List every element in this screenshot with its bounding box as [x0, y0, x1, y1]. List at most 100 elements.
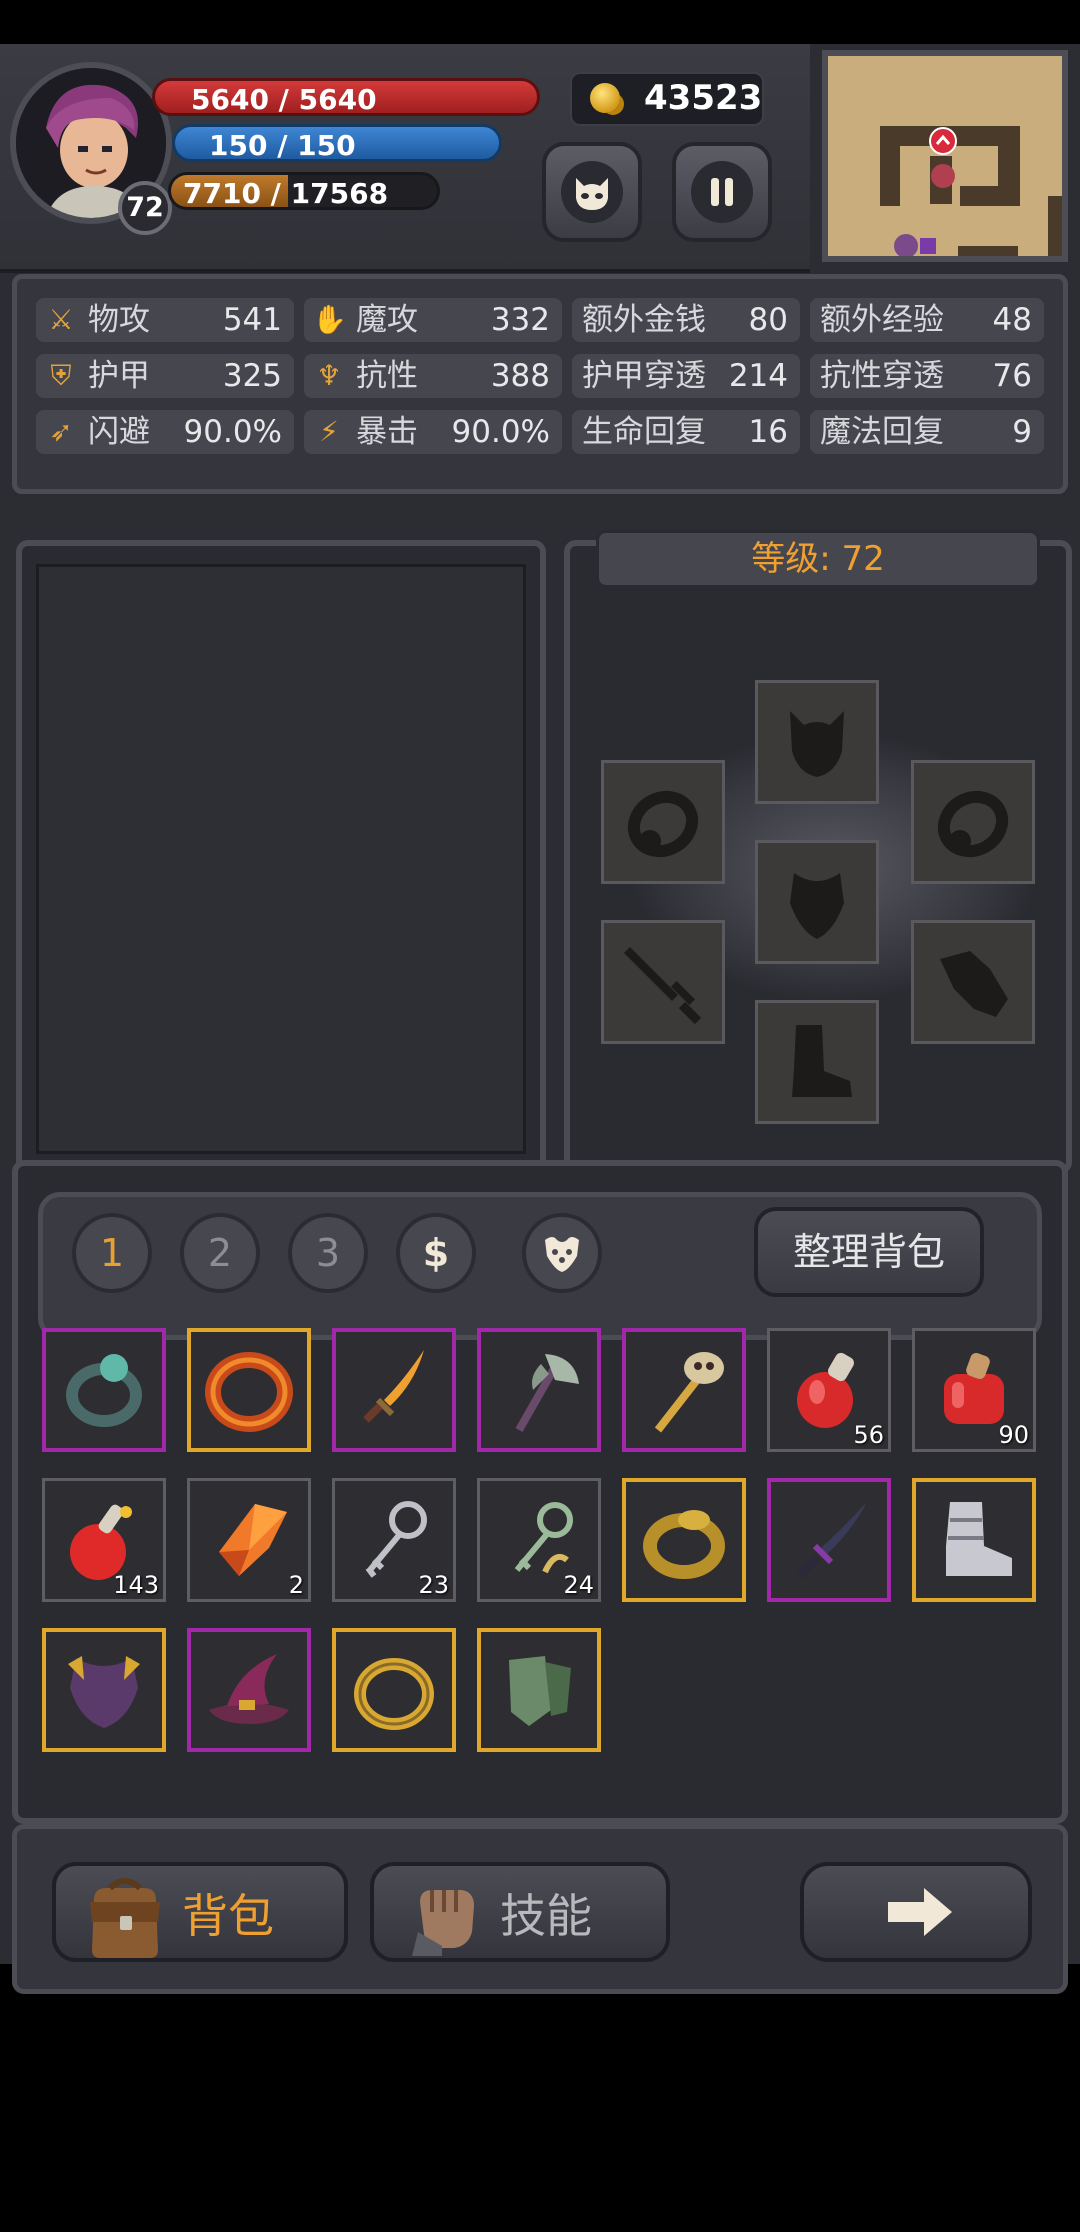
inventory-slot-purple-armor[interactable]: [42, 1628, 166, 1752]
inventory-slot-green-key[interactable]: 24: [477, 1478, 601, 1602]
ring-slot-right[interactable]: [911, 760, 1035, 884]
inventory-slot-silver-key[interactable]: 23: [332, 1478, 456, 1602]
bag-button[interactable]: 背包: [52, 1862, 348, 1962]
golden-ring-icon: [354, 1658, 434, 1730]
battle-axe-icon: [515, 1354, 579, 1432]
helmet-slot[interactable]: [755, 680, 879, 804]
stat-value: 90.0%: [451, 414, 550, 450]
inventory-slot-health-potion[interactable]: 56: [767, 1328, 891, 1452]
stat-1: ✋ 魔攻 332: [304, 298, 562, 342]
fist-icon: [412, 1890, 474, 1956]
bag-button-label: 背包: [182, 1889, 274, 1943]
fire-ring-icon: [205, 1352, 293, 1432]
inventory-tab-1[interactable]: 1: [72, 1213, 152, 1293]
stat-6: 护甲穿透 214: [572, 354, 800, 398]
armor-tab-icon: [545, 1237, 579, 1272]
green-gauntlets-icon: [509, 1656, 571, 1726]
inventory-tab-3[interactable]: 3: [288, 1213, 368, 1293]
inventory-slot-wizard-hat[interactable]: [187, 1628, 311, 1752]
stat-0: ⚔ 物攻 541: [36, 298, 294, 342]
stat-value: 325: [222, 358, 282, 394]
xp-current: 7710: [183, 177, 261, 210]
stat-value: 214: [728, 358, 788, 394]
inventory-slot-large-health-potion[interactable]: 90: [912, 1328, 1036, 1452]
inventory-slot-steel-boots[interactable]: [912, 1478, 1036, 1602]
hp-bar: 5640 / 5640: [152, 78, 540, 116]
inventory-slot-flame-dagger[interactable]: [332, 1328, 456, 1452]
inventory-slot-fire-crystal[interactable]: 2: [187, 1478, 311, 1602]
stat-value: 80: [748, 302, 788, 338]
stat-label: 物攻: [88, 302, 150, 338]
steel-boots-icon: [946, 1502, 1012, 1576]
weapon-slot[interactable]: [601, 920, 725, 1044]
inventory-slot-serpent-ring[interactable]: [622, 1478, 746, 1602]
skill-button-label: 技能: [500, 1889, 592, 1943]
boots-slot[interactable]: [755, 1000, 879, 1124]
stat-10: 生命回复 16: [572, 410, 800, 454]
inventory-slot-skull-staff[interactable]: [622, 1328, 746, 1452]
gold-coin-icon: [590, 83, 620, 113]
serpent-ring-icon: [643, 1510, 725, 1579]
stat-label: 暴击: [356, 414, 418, 450]
inventory-slot-dark-dagger[interactable]: [767, 1478, 891, 1602]
inventory-slot-teal-ring[interactable]: [42, 1328, 166, 1452]
stat-label: 魔攻: [356, 302, 418, 338]
xp-max: 17568: [290, 177, 389, 210]
inventory-tab-shop[interactable]: $: [396, 1213, 476, 1293]
mp-bar: 150 / 150: [172, 124, 502, 162]
equipment-level-title: 等级: 72: [596, 530, 1040, 588]
stat-label: 护甲: [88, 358, 150, 394]
pause-button[interactable]: [672, 142, 772, 242]
item-quantity: 90: [998, 1421, 1029, 1449]
inventory-slot-battle-axe[interactable]: [477, 1328, 601, 1452]
ring-slot-left[interactable]: [601, 760, 725, 884]
inventory-tab-2[interactable]: 2: [180, 1213, 260, 1293]
stat-7: 抗性穿透 76: [810, 354, 1044, 398]
inventory-slot-fire-ring[interactable]: [187, 1328, 311, 1452]
xp-separator: /: [260, 177, 291, 210]
glove-silhouette-icon: [940, 951, 1008, 1017]
stat-value: 16: [748, 414, 788, 450]
next-arrow-button[interactable]: [800, 1862, 1032, 1962]
boot-silhouette-icon: [792, 1025, 852, 1097]
stat-4: ⛨ 护甲 325: [36, 354, 294, 398]
minimap[interactable]: [822, 50, 1068, 262]
hero-level-badge: 72: [118, 181, 172, 235]
stat-label: 额外金钱: [582, 302, 706, 338]
inventory-slot-green-gauntlets[interactable]: [477, 1628, 601, 1752]
skill-button[interactable]: 技能: [370, 1862, 670, 1962]
inventory-slot-red-flask[interactable]: 143: [42, 1478, 166, 1602]
armor-slot[interactable]: [755, 840, 879, 964]
armor-silhouette-icon: [790, 873, 844, 939]
helmet-icon: [790, 711, 844, 777]
arrow-right-icon: [888, 1888, 952, 1936]
teal-ring-icon: [66, 1354, 142, 1427]
ring-silhouette-icon: [627, 790, 699, 858]
running-icon: ➶: [49, 415, 73, 448]
inventory-slot-golden-ring[interactable]: [332, 1628, 456, 1752]
stat-value: 48: [992, 302, 1032, 338]
backpack-icon: [90, 1878, 160, 1958]
stat-label: 抗性穿透: [820, 358, 944, 394]
sort-inventory-button[interactable]: 整理背包: [754, 1207, 984, 1297]
fire-crystal-icon: [219, 1504, 287, 1576]
item-quantity: 56: [853, 1421, 884, 1449]
dungeon-map-icon: [828, 56, 1062, 256]
wizard-hat-icon: [209, 1654, 289, 1724]
inventory-tab-armor[interactable]: [522, 1213, 602, 1293]
gloves-slot[interactable]: [911, 920, 1035, 1044]
item-quantity: 143: [113, 1571, 159, 1599]
ring-silhouette-icon: [937, 790, 1009, 858]
resist-icon: ♆: [316, 359, 342, 392]
armor-icon: ⛨: [50, 359, 72, 392]
flame-dagger-icon: [363, 1350, 424, 1423]
stat-11: 魔法回复 9: [810, 410, 1044, 454]
stat-2: 额外金钱 80: [572, 298, 800, 342]
pet-button[interactable]: [542, 142, 642, 242]
stat-label: 护甲穿透: [582, 358, 706, 394]
stat-value: 541: [222, 302, 282, 338]
stat-label: 额外经验: [820, 302, 944, 338]
stat-label: 魔法回复: [820, 414, 944, 450]
stat-value: 332: [490, 302, 550, 338]
stat-8: ➶ 闪避 90.0%: [36, 410, 294, 454]
